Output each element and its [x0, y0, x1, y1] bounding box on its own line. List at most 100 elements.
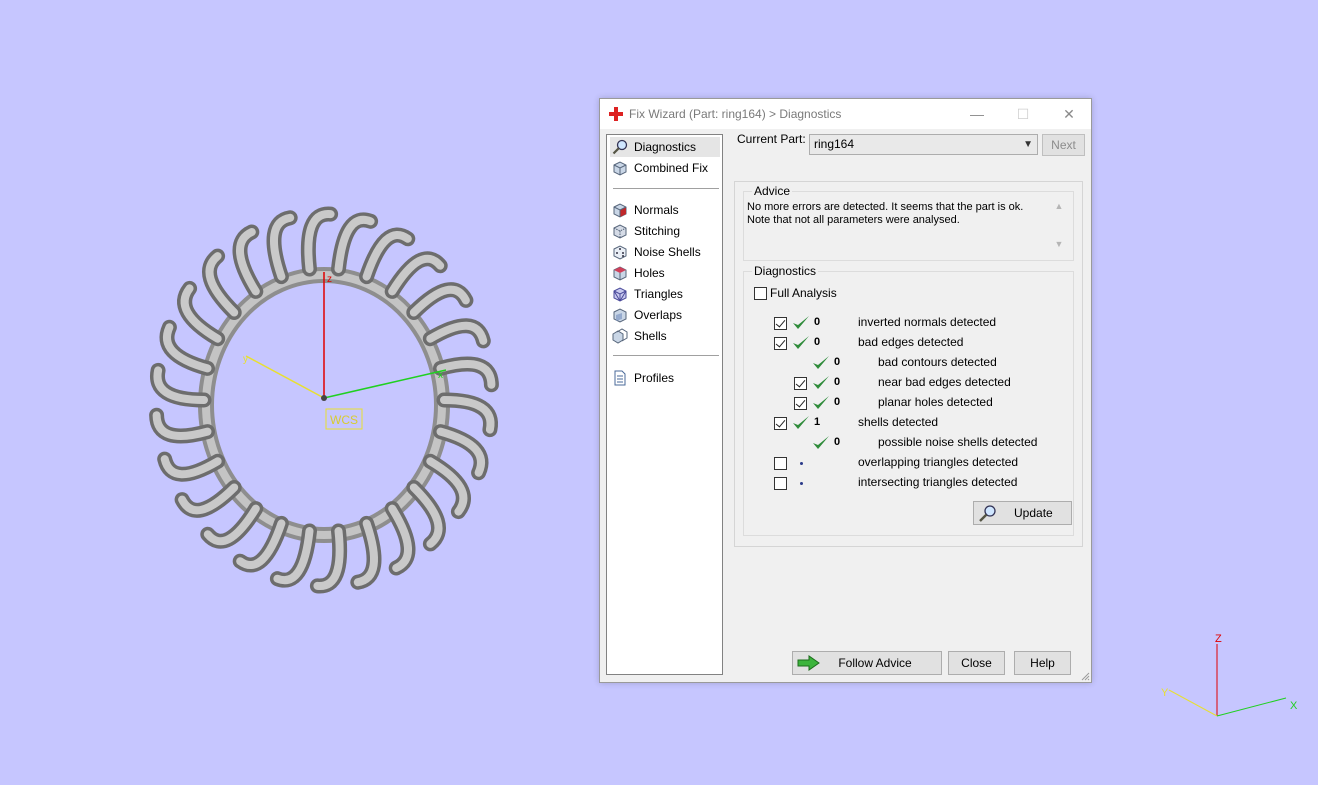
- nav-item-label: Overlaps: [634, 308, 683, 322]
- full-analysis-label: Full Analysis: [770, 286, 837, 300]
- current-part-dropdown[interactable]: ring164 ▼: [809, 134, 1038, 155]
- diagnostic-label: inverted normals detected: [858, 315, 997, 329]
- wizard-nav: Diagnostics Combined Fix Normals Stitchi…: [606, 134, 723, 675]
- nav-item-overlaps[interactable]: Overlaps: [610, 305, 720, 325]
- green-check-icon: [813, 436, 829, 449]
- green-check-icon: [793, 316, 809, 329]
- nav-item-combined-fix[interactable]: Combined Fix: [610, 158, 720, 178]
- diagnostic-checkbox[interactable]: [774, 477, 787, 490]
- nav-item-label: Stitching: [634, 224, 681, 238]
- diagnostics-group: Diagnostics Full Analysis 0 inverted norm…: [743, 264, 1074, 536]
- advice-line-1: No more errors are detected. It seems th…: [747, 201, 1024, 213]
- diagnostic-checkbox[interactable]: [794, 377, 807, 390]
- shells-icon: [612, 328, 628, 344]
- nav-item-shells[interactable]: Shells: [610, 326, 720, 346]
- diagnostics-panel: Advice No more errors are detected. It s…: [734, 181, 1083, 547]
- nav-item-label: Shells: [634, 329, 667, 343]
- dice-icon: [613, 245, 627, 260]
- nav-item-label: Profiles: [634, 371, 675, 385]
- follow-advice-label: Follow Advice: [838, 656, 912, 670]
- red-cross-icon: [609, 107, 623, 121]
- title-bar[interactable]: Fix Wizard (Part: ring164) > Diagnostics…: [600, 99, 1091, 129]
- document-icon: [614, 370, 626, 386]
- ring-loop-highlight: [388, 254, 445, 296]
- ring-loop-highlight: [205, 252, 239, 317]
- close-window-button[interactable]: ✕: [1046, 99, 1092, 129]
- green-check-icon: [793, 336, 809, 349]
- resize-grip-icon[interactable]: [1080, 671, 1090, 681]
- cube-hole-icon: [613, 266, 627, 281]
- nav-item-label: Combined Fix: [634, 161, 709, 175]
- cube-overlap-icon: [613, 308, 627, 323]
- nav-item-stitching[interactable]: Stitching: [610, 221, 720, 241]
- corner-axis-z-label: Z: [1215, 633, 1222, 645]
- diagnostic-checkbox[interactable]: [794, 397, 807, 410]
- diagnostic-label: intersecting triangles detected: [858, 475, 1018, 489]
- maximize-button[interactable]: ☐: [1000, 99, 1046, 129]
- axis-z-label: z: [327, 274, 332, 285]
- diagnostic-count: 0: [834, 356, 841, 368]
- diagnostic-checkbox[interactable]: [774, 457, 787, 470]
- advice-title: Advice: [752, 184, 793, 198]
- current-part-label: Current Part:: [737, 132, 806, 146]
- update-label: Update: [1014, 506, 1053, 520]
- not-run-dot-icon: [800, 482, 803, 485]
- advice-scrollbar[interactable]: ▲ ▼: [1053, 201, 1065, 249]
- magnifier-icon: [979, 505, 996, 522]
- advice-line-2: Note that not all parameters were analys…: [747, 214, 960, 226]
- fix-wizard-dialog: Fix Wizard (Part: ring164) > Diagnostics…: [599, 98, 1092, 683]
- nav-item-noise-shells[interactable]: Noise Shells: [610, 242, 720, 262]
- diagnostics-title: Diagnostics: [752, 264, 819, 278]
- wcs-label: WCS: [330, 413, 358, 427]
- nav-item-label: Diagnostics: [634, 140, 697, 154]
- green-check-icon: [813, 396, 829, 409]
- ring-loop-highlight: [409, 483, 443, 548]
- current-part-value: ring164: [814, 137, 855, 151]
- axis-y-label: y: [243, 354, 248, 365]
- ring-loop-highlight: [203, 504, 260, 546]
- full-analysis-checkbox[interactable]: [754, 287, 767, 300]
- nav-item-diagnostics[interactable]: Diagnostics: [610, 137, 720, 157]
- nav-item-label: Triangles: [634, 287, 683, 301]
- close-button[interactable]: Close: [948, 651, 1005, 675]
- corner-axis-x-label: X: [1290, 700, 1298, 712]
- scroll-up-icon[interactable]: ▲: [1053, 201, 1065, 211]
- help-button[interactable]: Help: [1014, 651, 1071, 675]
- corner-axes-indicator: Z Y X: [1161, 633, 1298, 717]
- diagnostic-count: 0: [834, 376, 841, 388]
- nav-separator: [613, 355, 719, 356]
- minimize-button[interactable]: —: [954, 99, 1000, 129]
- triangles-cube-icon: [613, 287, 627, 302]
- cube-icon: [613, 161, 627, 176]
- nav-item-label: Holes: [634, 266, 665, 280]
- nav-separator: [613, 188, 719, 189]
- green-check-icon: [813, 356, 829, 369]
- scroll-down-icon[interactable]: ▼: [1053, 239, 1065, 249]
- update-button[interactable]: Update: [973, 501, 1072, 525]
- nav-item-label: Noise Shells: [634, 245, 701, 259]
- nav-item-normals[interactable]: Normals: [610, 200, 720, 220]
- cube-stitch-icon: [613, 224, 627, 239]
- diagnostic-label: shells detected: [858, 415, 939, 429]
- diagnostic-checkbox[interactable]: [774, 417, 787, 430]
- next-button[interactable]: Next: [1042, 134, 1085, 156]
- diagnostic-label: near bad edges detected: [878, 375, 1011, 389]
- nav-item-triangles[interactable]: Triangles: [610, 284, 720, 304]
- nav-item-holes[interactable]: Holes: [610, 263, 720, 283]
- diagnostic-checkbox[interactable]: [774, 317, 787, 330]
- window-title: Fix Wizard (Part: ring164) > Diagnostics: [629, 107, 842, 121]
- nav-item-profiles[interactable]: Profiles: [610, 368, 720, 388]
- diagnostic-count: 0: [814, 336, 821, 348]
- diagnostic-label: planar holes detected: [878, 395, 993, 409]
- diagnostic-label: overlapping triangles detected: [858, 455, 1019, 469]
- follow-advice-button[interactable]: Follow Advice: [792, 651, 942, 675]
- diagnostic-count: 0: [834, 396, 841, 408]
- diagnostic-label: bad contours detected: [878, 355, 997, 369]
- cube-red-face-icon: [613, 203, 627, 218]
- green-arrow-icon: [797, 655, 820, 671]
- diagnostic-count: 1: [814, 416, 821, 428]
- diagnostic-checkbox[interactable]: [774, 337, 787, 350]
- chevron-down-icon: ▼: [1023, 139, 1033, 150]
- not-run-dot-icon: [800, 462, 803, 465]
- nav-item-label: Normals: [634, 203, 679, 217]
